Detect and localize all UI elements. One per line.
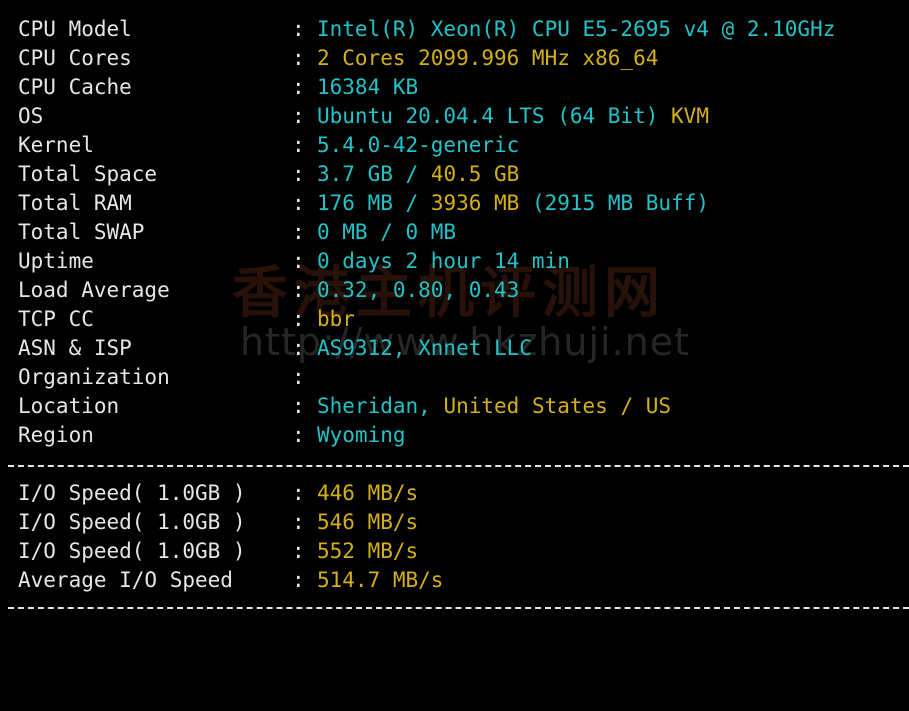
row-total-ram: Total RAM : 176 MB / 3936 MB (2915 MB Bu…: [18, 189, 909, 218]
colon: :: [292, 191, 305, 215]
row-total-space: Total Space : 3.7 GB / 40.5 GB: [18, 160, 909, 189]
value-os: Ubuntu 20.04.4 LTS (64 Bit) KVM: [317, 102, 709, 131]
row-io-speed: I/O Speed( 1.0GB ) : 446 MB/s: [18, 479, 909, 508]
value-region: Wyoming: [317, 423, 406, 447]
row-io-speed: I/O Speed( 1.0GB ) : 552 MB/s: [18, 537, 909, 566]
row-io-speed: I/O Speed( 1.0GB ) : 546 MB/s: [18, 508, 909, 537]
row-os: OS : Ubuntu 20.04.4 LTS (64 Bit) KVM: [18, 102, 909, 131]
value-average-io-speed: 514.7 MB/s: [317, 568, 444, 592]
value-tcp-cc: bbr: [317, 307, 355, 331]
value-total-space: 3.7 GB / 40.5 GB: [317, 160, 519, 189]
space-used: 3.7 GB: [317, 162, 393, 186]
colon: :: [292, 133, 305, 157]
label-io-speed: I/O Speed( 1.0GB ): [18, 481, 246, 505]
row-cpu-model: CPU Model : Intel(R) Xeon(R) CPU E5-2695…: [18, 15, 909, 44]
label-cpu-model: CPU Model: [18, 17, 132, 41]
colon: :: [292, 481, 305, 505]
label-load-average: Load Average: [18, 278, 170, 302]
row-kernel: Kernel : 5.4.0-42-generic: [18, 131, 909, 160]
row-organization: Organization :: [18, 363, 909, 392]
colon: :: [292, 162, 305, 186]
location-country: United States / US: [443, 394, 672, 418]
row-total-swap: Total SWAP : 0 MB / 0 MB: [18, 218, 909, 247]
separator-line: [8, 607, 909, 609]
location-city: Sheridan,: [317, 394, 431, 418]
space-total: 40.5 GB: [430, 162, 520, 186]
value-total-swap: 0 MB / 0 MB: [317, 220, 457, 244]
label-kernel: Kernel: [18, 133, 94, 157]
label-io-speed: I/O Speed( 1.0GB ): [18, 539, 246, 563]
value-location: Sheridan, United States / US: [317, 392, 671, 421]
colon: :: [292, 46, 305, 70]
colon: :: [292, 249, 305, 273]
terminal-output: CPU Model : Intel(R) Xeon(R) CPU E5-2695…: [18, 15, 909, 450]
label-organization: Organization: [18, 365, 170, 389]
colon: :: [292, 75, 305, 99]
separator-line: [8, 465, 909, 467]
colon: :: [292, 365, 305, 389]
space-sep: /: [405, 162, 419, 186]
colon: :: [292, 423, 305, 447]
row-cpu-cache: CPU Cache : 16384 KB: [18, 73, 909, 102]
colon: :: [292, 510, 305, 534]
value-uptime: 0 days 2 hour 14 min: [317, 249, 570, 273]
label-tcp-cc: TCP CC: [18, 307, 94, 331]
row-cpu-cores: CPU Cores : 2 Cores 2099.996 MHz x86_64: [18, 44, 909, 73]
ram-used: 176 MB: [317, 191, 393, 215]
colon: :: [292, 307, 305, 331]
value-io-speed: 446 MB/s: [317, 481, 419, 505]
ram-total: 3936 MB: [430, 191, 520, 215]
label-region: Region: [18, 423, 94, 447]
value-cpu-cores: 2 Cores 2099.996 MHz x86_64: [317, 46, 659, 70]
colon: :: [292, 336, 305, 360]
row-tcp-cc: TCP CC : bbr: [18, 305, 909, 334]
io-speed-block: I/O Speed( 1.0GB ) : 446 MB/s I/O Speed(…: [18, 479, 909, 595]
label-cpu-cache: CPU Cache: [18, 75, 132, 99]
row-location: Location : Sheridan, United States / US: [18, 392, 909, 421]
label-asn-isp: ASN & ISP: [18, 336, 132, 360]
colon: :: [292, 394, 305, 418]
row-load-average: Load Average : 0.32, 0.80, 0.43: [18, 276, 909, 305]
value-kernel: 5.4.0-42-generic: [317, 133, 520, 157]
colon: :: [292, 104, 305, 128]
os-virtualization: KVM: [671, 104, 709, 128]
value-cpu-model: Intel(R) Xeon(R) CPU E5-2695 v4 @ 2.10GH…: [317, 17, 836, 41]
label-average-io-speed: Average I/O Speed: [18, 568, 233, 592]
label-uptime: Uptime: [18, 249, 94, 273]
value-load-average: 0.32, 0.80, 0.43: [317, 278, 520, 302]
row-average-io-speed: Average I/O Speed : 514.7 MB/s: [18, 566, 909, 595]
row-region: Region : Wyoming: [18, 421, 909, 450]
value-io-speed: 546 MB/s: [317, 510, 419, 534]
label-total-swap: Total SWAP: [18, 220, 145, 244]
value-asn-isp: AS9312, Xnnet LLC: [317, 336, 532, 360]
label-total-space: Total Space: [18, 162, 158, 186]
row-asn-isp: ASN & ISP : AS9312, Xnnet LLC: [18, 334, 909, 363]
label-total-ram: Total RAM: [18, 191, 132, 215]
value-io-speed: 552 MB/s: [317, 539, 419, 563]
colon: :: [292, 568, 305, 592]
ram-buff: (2915 MB Buff): [532, 191, 710, 215]
colon: :: [292, 278, 305, 302]
value-total-ram: 176 MB / 3936 MB (2915 MB Buff): [317, 189, 709, 218]
label-location: Location: [18, 394, 120, 418]
label-io-speed: I/O Speed( 1.0GB ): [18, 510, 246, 534]
label-cpu-cores: CPU Cores: [18, 46, 132, 70]
colon: :: [292, 220, 305, 244]
colon: :: [292, 17, 305, 41]
label-os: OS: [18, 104, 44, 128]
row-uptime: Uptime : 0 days 2 hour 14 min: [18, 247, 909, 276]
value-cpu-cache: 16384 KB: [317, 75, 419, 99]
os-name: Ubuntu 20.04.4 LTS (64 Bit): [317, 104, 659, 128]
colon: :: [292, 539, 305, 563]
ram-sep: /: [405, 191, 419, 215]
